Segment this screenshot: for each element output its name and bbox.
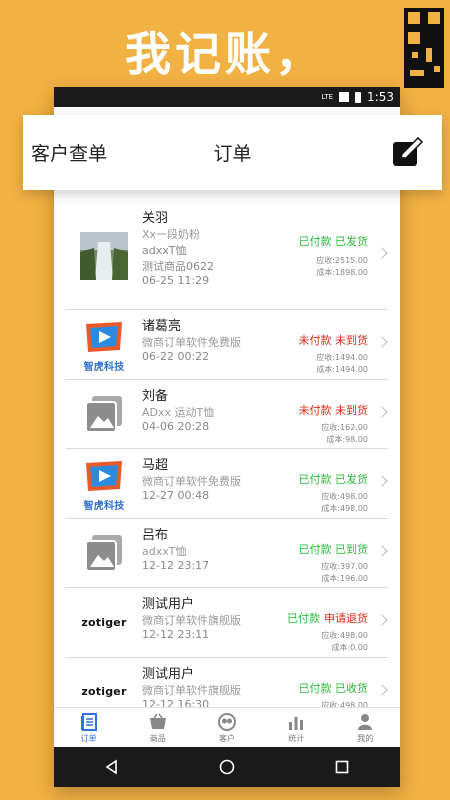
return-status: 申请退货 xyxy=(324,612,368,625)
qr-code xyxy=(404,8,444,88)
order-product: 微商订单软件旗舰版 xyxy=(142,683,241,697)
image-placeholder-icon xyxy=(85,395,122,433)
headline: 我记账， xyxy=(125,27,325,81)
receivable-amount: 应收:1494.00 xyxy=(316,353,368,362)
zotiger-logo: zotiger xyxy=(81,615,127,629)
tab-label: 商品 xyxy=(149,733,166,743)
cost-amount: 成本:98.00 xyxy=(326,434,368,444)
order-status: 已付款 已到货 xyxy=(298,542,369,556)
order-row[interactable]: 刘备 ADxx 运动T恤 04-06 20:28 未付款 未到货应收:162.00 成本… xyxy=(66,380,388,449)
order-row[interactable]: 吕布 adxxT恤 12-12 23:17 已付款 已到货应收:397.00 成本:19… xyxy=(66,519,388,588)
customer-name: 诸葛亮 xyxy=(142,319,182,334)
bottom-tab-bar: 订单 商品 客户 统计 我的 xyxy=(54,707,400,747)
orders-icon xyxy=(80,712,97,731)
payment-status: 已付款 xyxy=(287,612,320,625)
recents-icon[interactable] xyxy=(333,758,351,776)
tab-label: 客户 xyxy=(219,733,235,743)
order-date: 12-27 00:48 xyxy=(142,489,210,502)
chevron-right-icon xyxy=(376,475,388,487)
order-product: adxxT恤 xyxy=(142,544,187,558)
app-header: 客户查单 订单 xyxy=(23,115,442,190)
customer-lookup-link[interactable]: 客户查单 xyxy=(31,139,107,166)
order-date: 12-12 23:11 xyxy=(142,628,210,641)
order-product: 测试商品0622 xyxy=(142,260,214,273)
order-date: 06-25 11:29 xyxy=(142,274,210,287)
cost-amount: 成本:498.00 xyxy=(321,504,368,513)
play-logo-icon xyxy=(86,322,122,352)
receivable-amount: 应收:498.00 xyxy=(321,631,368,640)
order-status: 已付款 已发货 xyxy=(298,235,369,248)
order-row[interactable]: 关羽 Xx一段奶粉 adxxT恤 测试商品0622 06-25 11:29 已付… xyxy=(66,202,388,310)
android-nav-bar xyxy=(54,747,400,787)
brand-logo-text: 智虎科技 xyxy=(83,501,125,512)
cost-amount: 成本:1898.00 xyxy=(316,268,368,277)
product-photo-waterfall xyxy=(80,232,128,280)
receivable-amount: 应收:498.00 xyxy=(321,492,368,501)
tab-label: 统计 xyxy=(288,733,305,743)
receivable-amount: 应收:162.00 xyxy=(321,422,368,432)
order-status: 已付款 已发货 xyxy=(298,473,369,486)
receivable-amount: 应收:397.00 xyxy=(321,561,368,571)
goods-icon xyxy=(149,713,166,729)
order-status: 未付款 未到货 xyxy=(298,403,369,417)
tab-stats[interactable]: 统计 xyxy=(262,708,331,747)
brand-logo: 智虎科技 xyxy=(80,320,128,373)
edit-icon[interactable] xyxy=(392,137,424,167)
back-icon[interactable] xyxy=(103,758,121,776)
profile-icon xyxy=(358,713,373,730)
customers-icon xyxy=(218,712,236,731)
order-product: ADxx 运动T恤 xyxy=(142,405,215,419)
phone-screen: LTE 1:53 关羽 Xx一段奶粉 adxxT恤 测试商品0622 06-25… xyxy=(54,87,400,787)
order-date: 12-12 23:17 xyxy=(142,558,210,572)
order-product: Xx一段奶粉 xyxy=(142,228,201,241)
order-list: 关羽 Xx一段奶粉 adxxT恤 测试商品0622 06-25 11:29 已付… xyxy=(54,202,400,727)
brand-logo: 智虎科技 xyxy=(80,459,128,512)
stats-icon xyxy=(289,716,304,730)
network-label: LTE xyxy=(321,93,334,101)
signal-icon xyxy=(339,92,350,102)
customer-name: 测试用户 xyxy=(142,666,195,682)
tab-profile[interactable]: 我的 xyxy=(331,708,400,747)
receivable-amount: 应收:2515.00 xyxy=(316,256,368,265)
customer-name: 关羽 xyxy=(142,211,169,226)
tab-orders[interactable]: 订单 xyxy=(54,708,123,747)
clock: 1:53 xyxy=(367,90,394,104)
chevron-right-icon xyxy=(376,683,388,696)
order-product: 微商订单软件免费版 xyxy=(142,475,241,488)
order-product: 微商订单软件旗舰版 xyxy=(142,614,241,627)
cost-amount: 成本:0.00 xyxy=(331,643,368,652)
status-bar: LTE 1:53 xyxy=(54,87,400,107)
order-status: 已付款 已收货 xyxy=(298,681,369,695)
order-row[interactable]: zotiger 测试用户微商订单软件旗舰版 12-12 23:11 已付款 申请退货应收… xyxy=(66,588,388,658)
order-product: adxxT恤 xyxy=(142,244,187,257)
customer-name: 吕布 xyxy=(142,527,169,543)
play-logo-icon xyxy=(86,461,122,491)
order-date: 06-22 00:22 xyxy=(142,350,210,363)
tab-customers[interactable]: 客户 xyxy=(192,708,261,747)
cost-amount: 成本:1494.00 xyxy=(316,365,368,374)
tab-goods[interactable]: 商品 xyxy=(123,708,192,747)
customer-name: 刘备 xyxy=(142,388,169,404)
chevron-right-icon xyxy=(376,614,388,626)
brand-logo-text: 智虎科技 xyxy=(83,362,125,373)
tab-label: 我的 xyxy=(357,733,374,743)
chevron-right-icon xyxy=(376,336,388,348)
order-row[interactable]: 智虎科技 诸葛亮微商订单软件免费版 06-22 00:22 未付款 未到货应收:149… xyxy=(66,310,388,380)
order-row[interactable]: 智虎科技 马超微商订单软件免费版 12-27 00:48 已付款 已发货应收:498.… xyxy=(66,449,388,519)
order-date: 04-06 20:28 xyxy=(142,419,210,433)
chevron-right-icon xyxy=(376,544,388,557)
cost-amount: 成本:196.00 xyxy=(321,573,368,583)
image-placeholder-icon xyxy=(85,534,122,572)
order-status: 未付款 未到货 xyxy=(298,334,369,347)
home-icon[interactable] xyxy=(218,758,236,776)
battery-icon xyxy=(355,91,362,103)
customer-name: 测试用户 xyxy=(142,597,195,612)
chevron-right-icon xyxy=(376,405,388,418)
chevron-right-icon xyxy=(376,247,388,259)
order-status: 已付款 申请退货 xyxy=(287,610,368,626)
customer-name: 马超 xyxy=(142,458,169,473)
tab-label: 订单 xyxy=(80,733,97,743)
order-product: 微商订单软件免费版 xyxy=(142,336,241,349)
